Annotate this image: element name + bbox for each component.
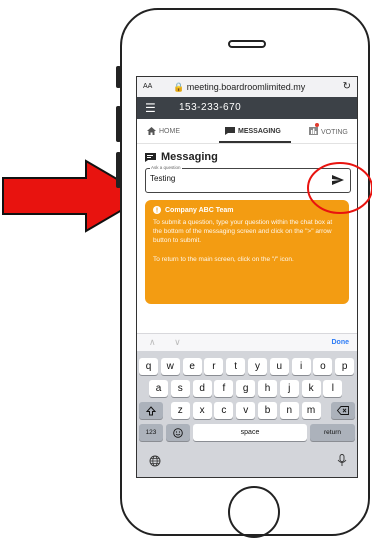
- page-title: Messaging: [161, 151, 218, 163]
- key[interactable]: l: [323, 380, 343, 397]
- active-tab-indicator: [219, 141, 291, 143]
- key[interactable]: v: [236, 402, 256, 419]
- key[interactable]: j: [279, 380, 299, 397]
- text-size-button[interactable]: AA: [143, 83, 152, 90]
- key[interactable]: s: [170, 380, 190, 397]
- key[interactable]: r: [204, 358, 224, 375]
- keyboard-row-3: z x c v b n m: [137, 402, 357, 420]
- phone-screen: AA 🔒 meeting.boardroomlimited.my ↻ ☰ 153…: [136, 76, 358, 478]
- numbers-key[interactable]: 123: [139, 424, 163, 441]
- key[interactable]: t: [226, 358, 246, 375]
- key[interactable]: k: [301, 380, 321, 397]
- keyboard: q w e r t y u i o p a s d f g h j k l z …: [137, 351, 357, 477]
- tab-voting[interactable]: VOTING: [309, 123, 348, 137]
- key[interactable]: d: [192, 380, 212, 397]
- notice-text-2: To return to the main screen, click on t…: [153, 256, 294, 263]
- field-nav-arrows[interactable]: ∧ ∨: [149, 337, 189, 348]
- notice-title: Company ABC Team: [165, 206, 234, 214]
- phone-speaker: [228, 40, 266, 48]
- app-header: ☰ 153-233-670: [137, 97, 357, 119]
- chat-icon: [225, 127, 235, 135]
- keyboard-row-1: q w e r t y u i o p: [137, 358, 357, 376]
- key[interactable]: g: [236, 380, 256, 397]
- side-button: [116, 66, 121, 88]
- volume-down-button: [116, 152, 121, 188]
- key[interactable]: i: [291, 358, 311, 375]
- menu-icon[interactable]: ☰: [145, 101, 156, 115]
- key[interactable]: p: [335, 358, 355, 375]
- tab-home-label: HOME: [159, 127, 180, 135]
- microphone-icon[interactable]: [337, 454, 347, 467]
- browser-address-bar[interactable]: AA 🔒 meeting.boardroomlimited.my ↻: [137, 77, 357, 97]
- info-icon: [153, 206, 161, 214]
- url-text[interactable]: 🔒 meeting.boardroomlimited.my: [173, 82, 305, 93]
- lock-icon: 🔒: [173, 82, 185, 92]
- key[interactable]: n: [279, 402, 299, 419]
- chat-icon: [145, 152, 156, 162]
- backspace-icon: [337, 406, 349, 415]
- return-key[interactable]: return: [310, 424, 355, 441]
- page-heading: Messaging: [145, 151, 218, 163]
- key[interactable]: a: [149, 380, 168, 397]
- key[interactable]: o: [313, 358, 333, 375]
- notice-text-1: To submit a question, type your question…: [153, 219, 333, 244]
- key[interactable]: b: [258, 402, 277, 419]
- key[interactable]: u: [269, 358, 289, 375]
- globe-icon[interactable]: [149, 455, 161, 467]
- key[interactable]: w: [160, 358, 180, 375]
- space-key[interactable]: space: [193, 424, 307, 441]
- key[interactable]: m: [301, 402, 321, 419]
- key[interactable]: f: [214, 380, 234, 397]
- backspace-key[interactable]: [331, 402, 355, 419]
- emoji-key[interactable]: [166, 424, 190, 441]
- tab-bar: HOME MESSAGING VOTING: [137, 119, 357, 144]
- notification-badge: [315, 123, 319, 127]
- phone-frame: AA 🔒 meeting.boardroomlimited.my ↻ ☰ 153…: [116, 8, 370, 538]
- key[interactable]: e: [182, 358, 202, 375]
- tab-messaging-label: MESSAGING: [238, 127, 281, 135]
- annotation-circle: [307, 162, 372, 214]
- shift-icon: [146, 405, 156, 415]
- key[interactable]: x: [192, 402, 212, 419]
- key[interactable]: q: [139, 358, 158, 375]
- shift-key[interactable]: [139, 402, 163, 419]
- home-icon: [147, 127, 156, 135]
- question-input[interactable]: [150, 174, 310, 183]
- keyboard-accessory-bar: ∧ ∨ Done: [137, 333, 357, 352]
- key[interactable]: h: [258, 380, 277, 397]
- voting-icon: [309, 127, 318, 135]
- tab-voting-label: VOTING: [321, 128, 348, 136]
- key[interactable]: y: [248, 358, 267, 375]
- question-field-label: Ask a question: [150, 165, 182, 170]
- done-button[interactable]: Done: [332, 339, 350, 346]
- volume-up-button: [116, 106, 121, 142]
- keyboard-row-2: a s d f g h j k l: [137, 380, 357, 398]
- key[interactable]: z: [170, 402, 190, 419]
- home-button[interactable]: [228, 486, 280, 538]
- emoji-icon: [173, 427, 183, 438]
- meeting-id: 153-233-670: [179, 102, 242, 113]
- tab-home[interactable]: HOME: [147, 127, 180, 135]
- keyboard-row-4: 123 space return: [137, 424, 357, 442]
- tab-messaging[interactable]: MESSAGING: [225, 127, 281, 135]
- key[interactable]: c: [214, 402, 234, 419]
- reload-icon[interactable]: ↻: [343, 81, 351, 92]
